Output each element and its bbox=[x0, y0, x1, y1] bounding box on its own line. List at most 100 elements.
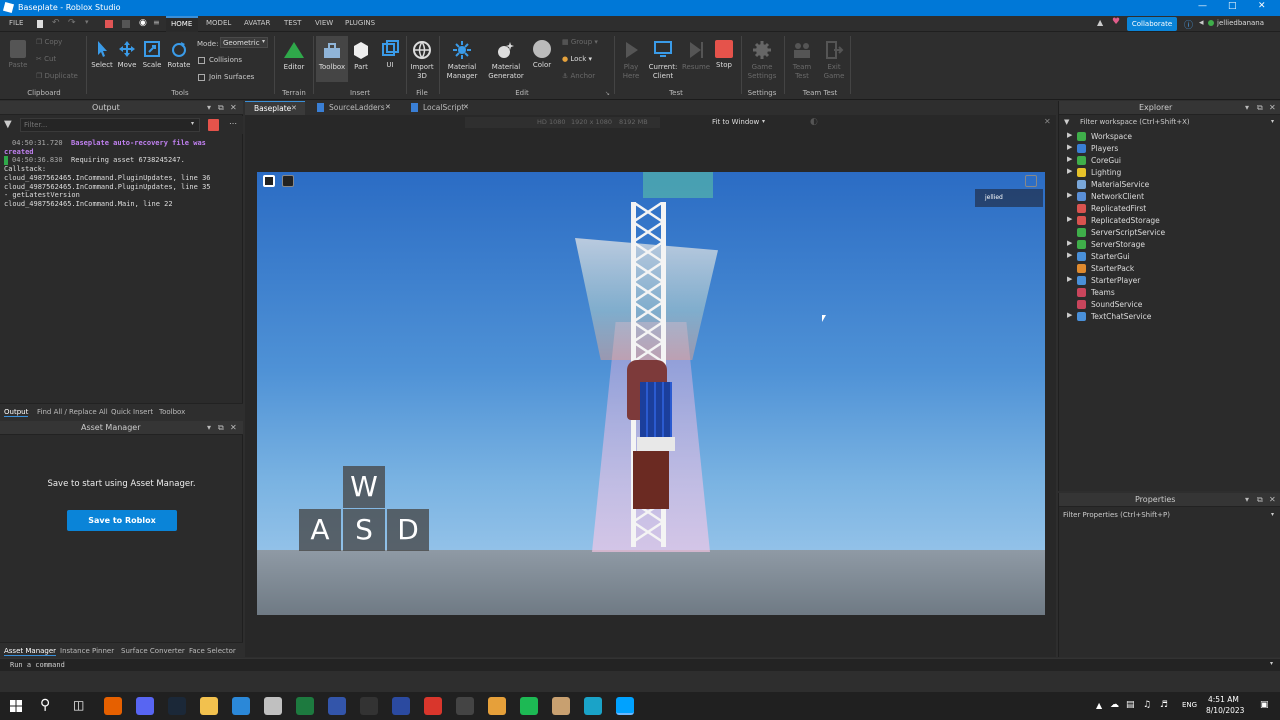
close-tab-icon[interactable]: ✕ bbox=[291, 104, 297, 112]
expand-arrow-icon[interactable]: ▶ bbox=[1067, 239, 1072, 247]
explorer-filter-bar[interactable]: ▼ Filter workspace (Ctrl+Shift+X) ▾ bbox=[1059, 116, 1280, 129]
tab-find-all[interactable]: Find All / Replace All bbox=[37, 408, 108, 416]
quick-access-menu-icon[interactable]: ≡ bbox=[153, 18, 160, 27]
explorer-item[interactable]: StarterPack bbox=[1067, 263, 1267, 275]
explorer-item[interactable]: ▶ NetworkClient bbox=[1067, 191, 1267, 203]
file-explorer-icon[interactable] bbox=[200, 697, 218, 715]
roblox-studio-icon[interactable] bbox=[616, 697, 634, 715]
explorer-item[interactable]: ▶ Lighting bbox=[1067, 167, 1267, 179]
roblox-menu-icon[interactable] bbox=[263, 175, 275, 187]
part-button[interactable]: Part bbox=[350, 40, 372, 72]
close-panel-icon[interactable]: ✕ bbox=[1269, 103, 1276, 112]
chevron-down-icon[interactable]: ▾ bbox=[762, 118, 765, 125]
speaker-icon[interactable]: ♬ bbox=[1160, 700, 1168, 710]
doc-tab-baseplate[interactable]: Baseplate ✕ bbox=[245, 101, 305, 115]
tab-instance-pinner[interactable]: Instance Pinner bbox=[60, 647, 114, 655]
explorer-item[interactable]: Teams bbox=[1067, 287, 1267, 299]
volume-icon[interactable]: ♫ bbox=[1143, 700, 1151, 710]
scale-button[interactable]: Scale bbox=[140, 40, 164, 70]
terrain-editor-button[interactable]: Editor bbox=[280, 40, 308, 72]
app-teal-icon[interactable] bbox=[584, 697, 602, 715]
explorer-item[interactable]: MaterialService bbox=[1067, 179, 1267, 191]
grey-square-icon[interactable] bbox=[122, 20, 130, 28]
save-to-roblox-button[interactable]: Save to Roblox bbox=[67, 510, 177, 531]
close-tab-icon[interactable]: ✕ bbox=[463, 103, 469, 111]
dropdown-arrow-icon[interactable]: ▾ bbox=[85, 18, 89, 26]
windows-start-icon[interactable] bbox=[10, 700, 22, 712]
notifications-icon[interactable]: ▣ bbox=[1260, 700, 1269, 710]
stop-button[interactable]: Stop bbox=[712, 40, 736, 70]
close-panel-icon[interactable]: ✕ bbox=[230, 423, 237, 432]
tab-quick-insert[interactable]: Quick Insert bbox=[111, 408, 153, 416]
exit-game-button[interactable]: Exit Game bbox=[822, 40, 846, 81]
undock-icon[interactable]: ⧉ bbox=[218, 423, 224, 433]
taskbar-time[interactable]: 4:51 AM bbox=[1208, 695, 1239, 704]
group-button[interactable]: ▦ Group ▾ bbox=[562, 38, 598, 47]
close-panel-icon[interactable]: ✕ bbox=[230, 103, 237, 112]
duplicate-button[interactable]: ❐ Duplicate bbox=[36, 72, 78, 81]
expand-arrow-icon[interactable]: ▶ bbox=[1067, 155, 1072, 163]
settings-corner-icon[interactable] bbox=[1025, 175, 1037, 187]
excel-icon[interactable] bbox=[296, 697, 314, 715]
expand-arrow-icon[interactable]: ▶ bbox=[1067, 167, 1072, 175]
taskbar-date[interactable]: 8/10/2023 bbox=[1206, 706, 1244, 715]
expand-arrow-icon[interactable]: ▶ bbox=[1067, 251, 1072, 259]
tab-test[interactable]: TEST bbox=[284, 19, 301, 27]
tab-asset-manager[interactable]: Asset Manager bbox=[4, 647, 57, 656]
explorer-filter-input[interactable]: Filter workspace (Ctrl+Shift+X) bbox=[1080, 118, 1190, 126]
tab-model[interactable]: MODEL bbox=[206, 19, 231, 27]
steam-icon[interactable] bbox=[168, 697, 186, 715]
current-client-button[interactable]: Current: Client bbox=[646, 40, 680, 81]
vs-icon[interactable] bbox=[264, 697, 282, 715]
snipping-tool-icon[interactable] bbox=[232, 697, 250, 715]
explorer-item[interactable]: ▶ Players bbox=[1067, 143, 1267, 155]
app-red-icon[interactable] bbox=[424, 697, 442, 715]
tab-plugins[interactable]: PLUGINS bbox=[345, 19, 375, 27]
ui-button[interactable]: UI bbox=[378, 40, 402, 70]
expand-arrow-icon[interactable]: ▶ bbox=[1067, 191, 1072, 199]
rotate-button[interactable]: Rotate bbox=[166, 40, 192, 70]
username[interactable]: jelliedbanana bbox=[1217, 19, 1264, 27]
collaborate-button[interactable]: Collaborate bbox=[1127, 17, 1177, 31]
expand-arrow-icon[interactable]: ▶ bbox=[1067, 215, 1072, 223]
app-orange-icon[interactable] bbox=[488, 697, 506, 715]
task-view-icon[interactable]: ◫ bbox=[73, 698, 84, 712]
import-3d-button[interactable]: Import 3D bbox=[408, 40, 436, 81]
keyboard-lang[interactable]: ENG bbox=[1182, 701, 1197, 709]
expand-arrow-icon[interactable]: ▶ bbox=[1067, 275, 1072, 283]
chevron-down-icon[interactable]: ▾ bbox=[207, 103, 211, 112]
paste-button[interactable]: Paste bbox=[6, 40, 30, 70]
color-button[interactable]: Color bbox=[530, 40, 554, 70]
spotify-icon[interactable] bbox=[520, 697, 538, 715]
share-icon[interactable]: ◂ bbox=[1199, 18, 1204, 28]
file-menu[interactable]: FILE bbox=[9, 19, 23, 27]
explorer-item[interactable]: ▶ StarterGui bbox=[1067, 251, 1267, 263]
join-surfaces-checkbox[interactable] bbox=[198, 74, 205, 81]
chat-icon[interactable] bbox=[282, 175, 294, 187]
notification-icon[interactable]: ♥ bbox=[1112, 17, 1120, 27]
info-icon[interactable]: ⓘ bbox=[1184, 18, 1193, 31]
chevron-down-icon[interactable]: ▾ bbox=[1271, 118, 1274, 125]
edit-expand-icon[interactable]: ↘ bbox=[605, 90, 610, 97]
resume-button[interactable]: Resume bbox=[682, 40, 710, 72]
explorer-item[interactable]: ReplicatedFirst bbox=[1067, 203, 1267, 215]
device-select[interactable]: HD 1080 1920 x 1080 8192 MB bbox=[465, 117, 660, 128]
avatar[interactable] bbox=[1208, 20, 1214, 26]
close-tab-icon[interactable]: ✕ bbox=[385, 103, 391, 111]
tab-view[interactable]: VIEW bbox=[315, 19, 333, 27]
undock-icon[interactable]: ⧉ bbox=[218, 103, 224, 113]
fit-to-window-dropdown[interactable]: Fit to Window bbox=[712, 118, 759, 126]
discord-icon[interactable] bbox=[136, 697, 154, 715]
tab-avatar[interactable]: AVATAR bbox=[244, 19, 270, 27]
more-options-icon[interactable]: ⋯ bbox=[229, 119, 237, 128]
tab-toolbox[interactable]: Toolbox bbox=[159, 408, 185, 416]
select-button[interactable]: Select bbox=[90, 40, 114, 70]
expand-arrow-icon[interactable]: ▶ bbox=[1067, 311, 1072, 319]
play-here-button[interactable]: Play Here bbox=[618, 40, 644, 81]
app-tan-icon[interactable] bbox=[552, 697, 570, 715]
rotate-device-icon[interactable]: ◐ bbox=[810, 117, 818, 127]
team-test-button[interactable]: Team Test bbox=[790, 40, 814, 81]
collisions-checkbox[interactable] bbox=[198, 57, 205, 64]
copy-button[interactable]: ❐ Copy bbox=[36, 38, 62, 47]
minecraft-icon[interactable] bbox=[456, 697, 474, 715]
